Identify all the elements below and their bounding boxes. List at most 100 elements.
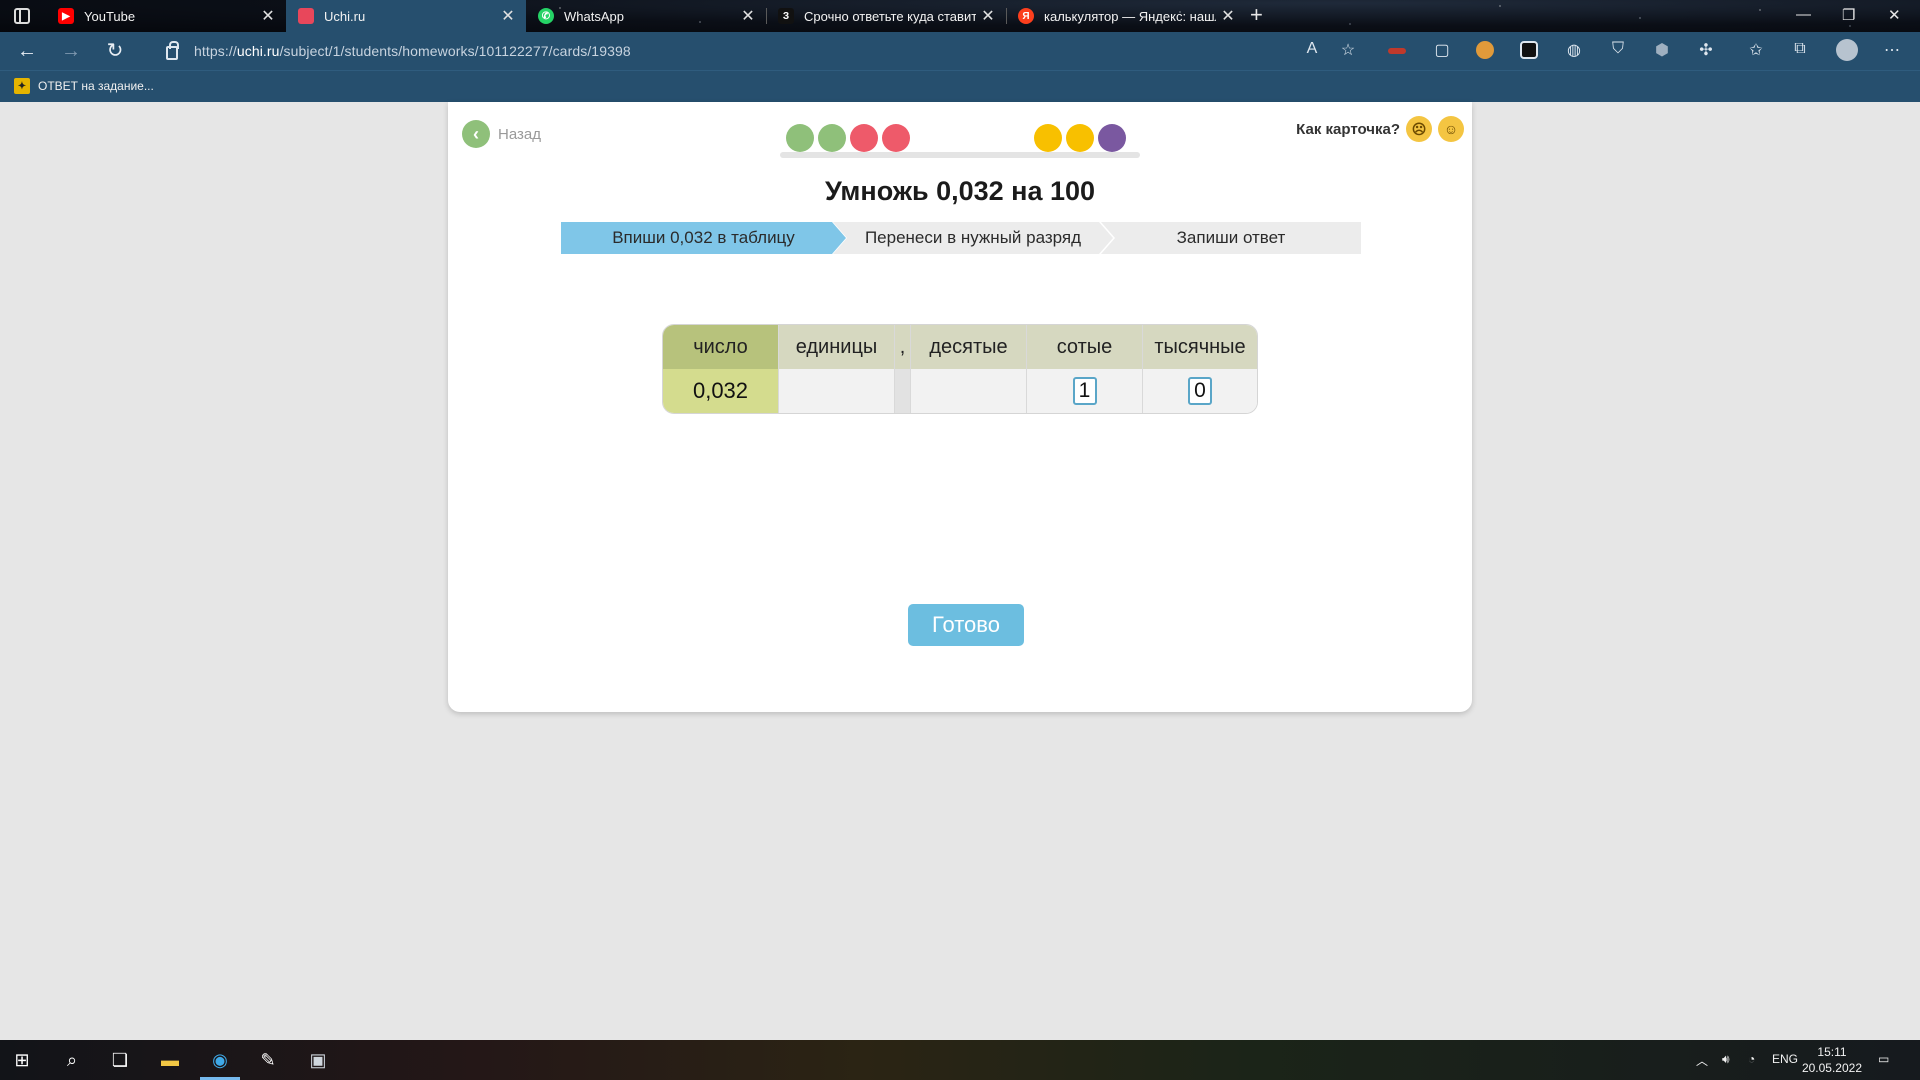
sad-face-icon[interactable]: ☹ (1406, 116, 1432, 142)
tab-title: YouTube (84, 8, 136, 24)
close-icon[interactable]: ✕ (976, 6, 1000, 26)
whatsapp-icon: ✆ (538, 8, 554, 24)
progress-dot-pending (1066, 124, 1094, 152)
bookmark-label: ОТВЕТ на задание... (38, 79, 154, 93)
progress-dot-correct (786, 124, 814, 152)
extension-icon[interactable] (1388, 48, 1406, 54)
back-arrow-icon[interactable]: ← (14, 38, 40, 64)
chevron-left-icon: ‹ (462, 120, 490, 148)
units-cell[interactable] (779, 369, 894, 413)
column-hundredths: сотые 1 (1027, 325, 1143, 413)
collections-icon[interactable]: ⧉ (1790, 40, 1810, 58)
task-title: Умножь 0,032 на 100 (824, 176, 1096, 206)
hundredths-cell: 1 (1027, 369, 1142, 413)
windows-start-icon[interactable]: ⊞ (10, 1048, 34, 1072)
url-field[interactable]: https://uchi.ru/subject/1/students/homew… (146, 36, 1346, 66)
hundredths-digit-input[interactable]: 1 (1072, 377, 1097, 405)
close-icon[interactable]: ✕ (736, 6, 760, 26)
tab-yandex[interactable]: Я калькулятор — Яндекс: нашлос ✕ (1006, 0, 1246, 32)
profile-avatar[interactable] (1836, 39, 1858, 61)
rating-question: Как карточка? (1296, 120, 1400, 138)
tab-znanija[interactable]: З Срочно ответьте куда ставить ✕ (766, 0, 1006, 32)
tab-title: калькулятор — Яндекс: нашлос (1044, 8, 1216, 24)
notifications-icon[interactable]: ▭ (1878, 1052, 1889, 1066)
tenths-cell[interactable] (911, 369, 1026, 413)
read-aloud-icon[interactable]: A (1302, 40, 1322, 58)
pinned-app-icon[interactable]: ▣ (306, 1048, 330, 1072)
window-close-icon[interactable]: ✕ (1888, 6, 1901, 24)
extension-icon[interactable]: ⬢ (1652, 40, 1672, 60)
forward-arrow-icon[interactable]: → (58, 38, 84, 64)
favorites-icon[interactable]: ✩ (1746, 40, 1766, 60)
tab-whatsapp[interactable]: ✆ WhatsApp ✕ (526, 0, 766, 32)
column-thousandths: тысячные 0 (1143, 325, 1257, 413)
clock-date: 20.05.2022 (1801, 1061, 1862, 1075)
back-label: Назад (498, 125, 541, 143)
task-card: ‹ Назад Как карточка? ☹ ☺ Умножь 0,032 н… (448, 102, 1472, 712)
tab-title: WhatsApp (564, 8, 624, 24)
back-link[interactable]: ‹ Назад (462, 120, 541, 148)
pinned-app-icon[interactable]: ✎ (256, 1048, 280, 1072)
volume-icon[interactable]: 🔊︎ (1722, 1052, 1730, 1067)
close-icon[interactable]: ✕ (496, 6, 520, 26)
progress-dot-current (1098, 124, 1126, 152)
done-button[interactable]: Готово (908, 604, 1024, 646)
file-explorer-icon[interactable]: ▬ (158, 1048, 182, 1072)
column-header: число (663, 325, 778, 369)
language-indicator[interactable]: ENG (1772, 1052, 1798, 1066)
uchi-icon (298, 8, 314, 24)
progress-dot-wrong (850, 124, 878, 152)
znanija-icon: З (778, 8, 794, 24)
close-icon[interactable]: ✕ (256, 6, 280, 26)
clock-time: 15:11 (1817, 1045, 1847, 1059)
tab-title: Срочно ответьте куда ставить (804, 8, 976, 24)
column-number: число 0,032 (663, 325, 779, 413)
tab-uchi[interactable]: Uchi.ru ✕ (286, 0, 526, 32)
yandex-icon: Я (1018, 8, 1034, 24)
progress-indicator (780, 120, 1140, 158)
tab-bar: ▶ YouTube ✕ Uchi.ru ✕ ✆ WhatsApp ✕ З Сро… (0, 0, 1920, 32)
bookmark-item[interactable]: ✦ ОТВЕТ на задание... (14, 78, 154, 94)
number-cell: 0,032 (663, 369, 778, 413)
more-menu-icon[interactable]: ⋯ (1882, 40, 1902, 60)
taskbar: ⊞ ⌕ ❏ ▬ ◉ ✎ ▣ ︿ 🔊︎ ◔ ENG 15:11 20.05.202… (0, 1040, 1920, 1080)
restore-icon[interactable]: ❐ (1842, 6, 1855, 24)
thousandths-cell: 0 (1143, 369, 1257, 413)
column-header: единицы (779, 325, 894, 369)
tab-actions-icon[interactable] (14, 8, 30, 24)
new-tab-icon[interactable]: + (1250, 2, 1263, 28)
close-icon[interactable]: ✕ (1216, 6, 1240, 26)
clock[interactable]: 15:11 20.05.2022 (1802, 1044, 1862, 1076)
happy-face-icon[interactable]: ☺ (1438, 116, 1464, 142)
edge-browser-icon[interactable]: ◉ (208, 1048, 232, 1072)
task-view-icon[interactable]: ❏ (108, 1048, 132, 1072)
shield-icon[interactable]: ⛉ (1608, 40, 1628, 58)
place-value-table: число 0,032 единицы , десятые сотые 1 ты… (662, 324, 1258, 414)
column-header: , (895, 325, 910, 369)
thousandths-digit-input[interactable]: 0 (1188, 377, 1212, 405)
chevron-up-icon[interactable]: ︿ (1696, 1052, 1708, 1069)
comma-cell[interactable] (895, 369, 910, 413)
extensions-puzzle-icon[interactable]: ✣ (1696, 40, 1716, 60)
progress-dot-pending (1034, 124, 1062, 152)
card-rating: Как карточка? ☹ ☺ (1296, 116, 1464, 142)
step-3: Запиши ответ (1101, 222, 1361, 254)
column-comma: , (895, 325, 911, 413)
cookie-extension-icon[interactable] (1476, 41, 1494, 59)
tab-youtube[interactable]: ▶ YouTube ✕ (46, 0, 286, 32)
progress-track (780, 152, 1140, 158)
progress-dot-wrong (882, 124, 910, 152)
extension-icon[interactable]: ▢ (1432, 40, 1452, 60)
youtube-icon: ▶ (58, 8, 74, 24)
network-icon[interactable]: ◔ (1748, 1052, 1755, 1066)
vpn-globe-icon[interactable]: ◍ (1564, 40, 1584, 60)
progress-dot-correct (818, 124, 846, 152)
add-favorite-icon[interactable]: ☆ (1338, 40, 1358, 60)
refresh-icon[interactable]: ↻ (102, 38, 128, 64)
url-text: https://uchi.ru/subject/1/students/homew… (194, 43, 631, 59)
minimize-icon[interactable]: — (1796, 6, 1811, 23)
search-icon[interactable]: ⌕ (60, 1048, 84, 1072)
column-header: тысячные (1143, 325, 1257, 369)
steps-breadcrumb: Впиши 0,032 в таблицу Перенеси в нужный … (561, 222, 1361, 254)
extension-icon[interactable] (1520, 41, 1538, 59)
